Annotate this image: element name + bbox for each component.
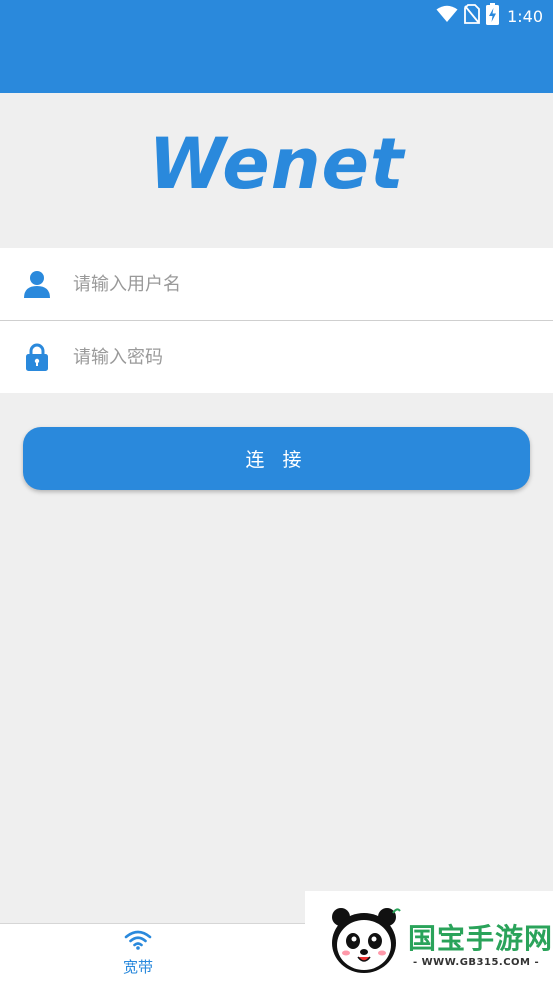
no-sim-icon [464,4,480,28]
status-time: 1:40 [507,6,543,26]
wifi-icon [436,5,458,27]
app-logo: Wenet [148,123,405,205]
password-input[interactable] [73,337,513,377]
wifi-icon [124,930,152,954]
username-row [0,248,553,320]
watermark: 国宝手游网 - WWW.GB315.COM - [305,891,553,983]
user-icon [0,270,73,298]
status-bar: 1:40 [0,0,553,93]
status-icons: 1:40 [436,3,543,29]
tab-broadband[interactable]: 宽带 [108,930,168,982]
tab-broadband-label: 宽带 [122,958,153,976]
battery-charging-icon [486,3,500,29]
login-form [0,248,553,393]
watermark-subtitle: - WWW.GB315.COM - [413,957,540,968]
password-row [0,321,553,393]
watermark-title: 国宝手游网 [408,922,553,955]
panda-logo-icon [327,905,403,981]
connect-button[interactable]: 连 接 [23,427,530,490]
username-input[interactable] [73,264,513,304]
lock-icon [0,343,73,371]
